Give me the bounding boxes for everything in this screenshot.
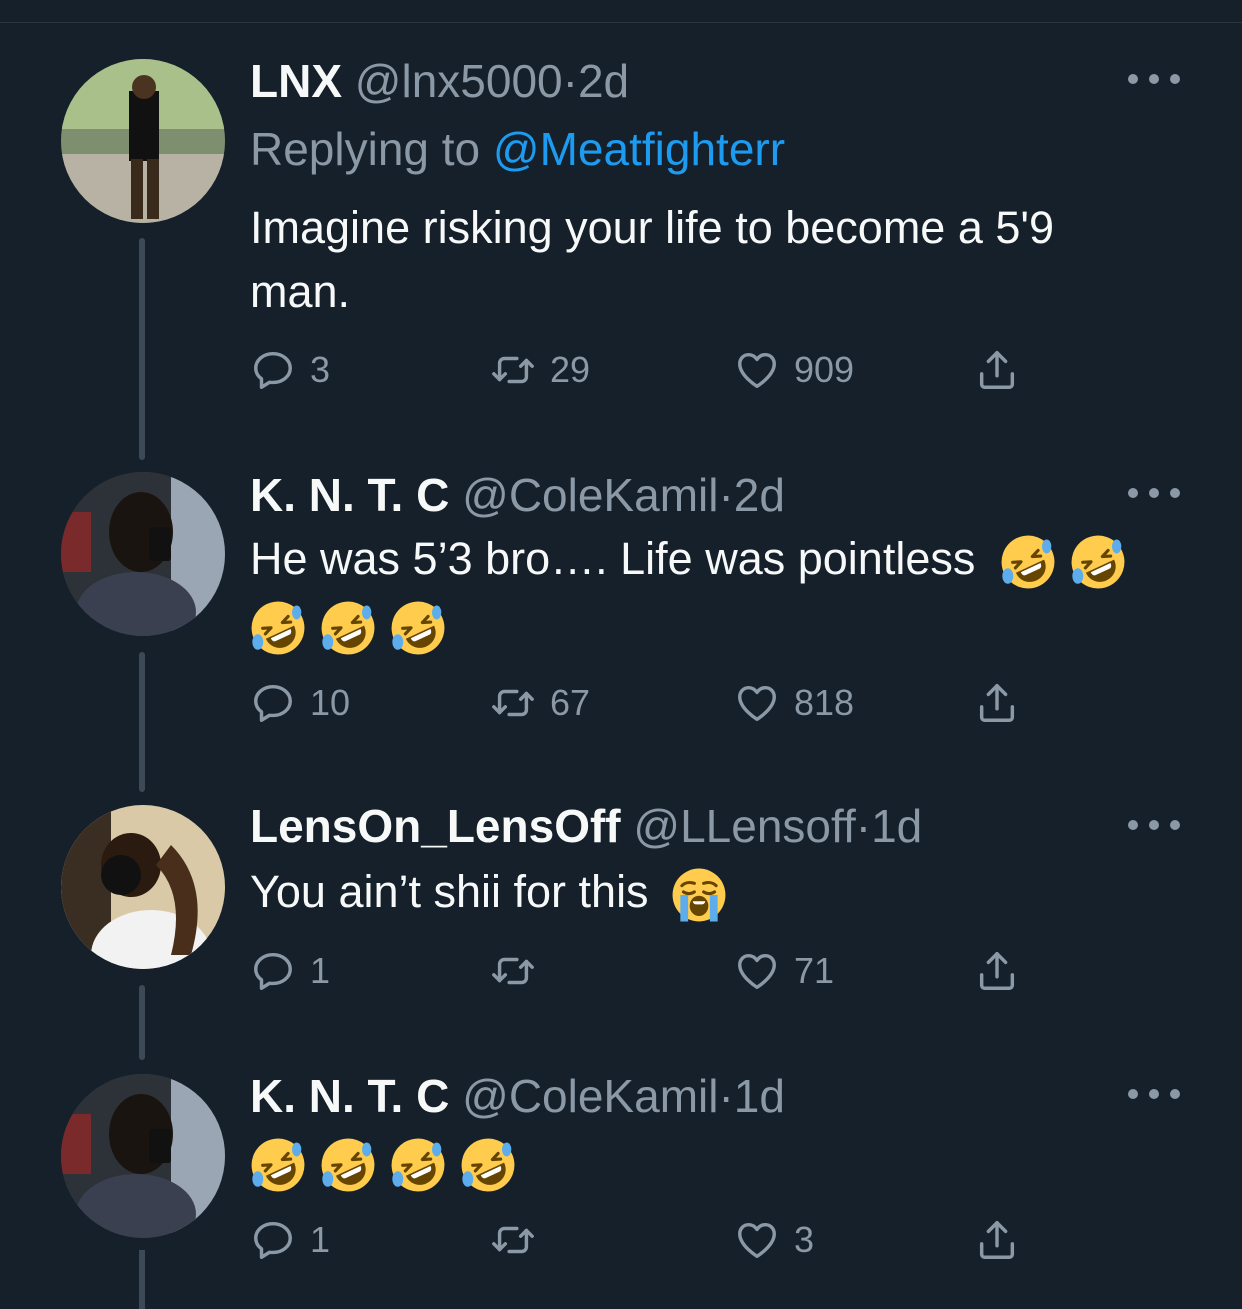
user-handle[interactable]: @LLensoff [633, 800, 855, 852]
display-name[interactable]: LensOn_LensOff [250, 800, 621, 852]
replying-to-label: Replying to [250, 123, 481, 175]
like-button[interactable]: 909 [734, 346, 854, 394]
reply-count: 1 [310, 950, 331, 991]
replying-to: Replying to @Meatfighterr [250, 121, 785, 177]
share-button[interactable] [974, 679, 1020, 727]
loudly-crying-face-emoji [671, 867, 727, 923]
action-bar: 1 3 [250, 1216, 1050, 1264]
rolling-on-floor-laughing-emoji [1000, 534, 1056, 590]
tweet-header: K. N. T. C @ColeKamil·1d [250, 1068, 785, 1124]
retweet-button[interactable]: 67 [490, 679, 590, 727]
rolling-on-floor-laughing-emoji [390, 1137, 446, 1193]
retweet-button[interactable] [490, 947, 550, 995]
action-bar: 3 29 909 [250, 346, 1050, 394]
reply-icon [250, 1217, 296, 1263]
heart-icon [734, 1217, 780, 1263]
tweet-text: Imagine risking your life to become a 5'… [250, 202, 1055, 317]
separator-dot: · [855, 800, 872, 852]
more-icon[interactable] [1128, 481, 1180, 505]
retweet-icon [490, 1217, 536, 1263]
retweet-icon [490, 948, 536, 994]
retweet-button[interactable] [490, 1216, 550, 1264]
tweet-text [250, 1130, 1150, 1194]
reply-count: 10 [310, 682, 351, 723]
heart-icon [734, 680, 780, 726]
timestamp[interactable]: 1d [871, 800, 922, 852]
reply-button[interactable]: 1 [250, 947, 330, 995]
display-name[interactable]: K. N. T. C [250, 1070, 449, 1122]
user-handle[interactable]: @lnx5000 [355, 55, 563, 107]
share-icon [974, 1217, 1020, 1263]
retweet-button[interactable]: 29 [490, 346, 590, 394]
tweet-header: LensOn_LensOff @LLensoff·1d [250, 798, 922, 854]
reply-count: 3 [310, 349, 331, 390]
thread-line [139, 652, 145, 792]
display-name[interactable]: K. N. T. C [250, 469, 449, 521]
tweet-header: LNX @lnx5000·2d [250, 53, 629, 109]
share-icon [974, 680, 1020, 726]
more-icon[interactable] [1128, 67, 1180, 91]
avatar[interactable] [61, 472, 225, 636]
retweet-count: 29 [550, 349, 591, 390]
reply-button[interactable]: 10 [250, 679, 350, 727]
retweet-icon [490, 680, 536, 726]
user-handle[interactable]: @ColeKamil [462, 469, 718, 521]
share-icon [974, 347, 1020, 393]
avatar[interactable] [61, 805, 225, 969]
reply-icon [250, 347, 296, 393]
rolling-on-floor-laughing-emoji [1070, 534, 1126, 590]
share-button[interactable] [974, 346, 1020, 394]
heart-icon [734, 347, 780, 393]
rolling-on-floor-laughing-emoji [460, 1137, 516, 1193]
reply-icon [250, 680, 296, 726]
like-button[interactable]: 818 [734, 679, 854, 727]
timestamp[interactable]: 1d [734, 1070, 785, 1122]
tweet-text-body: You ain’t shii for this [250, 866, 649, 917]
rolling-on-floor-laughing-emoji [320, 1137, 376, 1193]
rolling-on-floor-laughing-emoji [250, 1137, 306, 1193]
avatar[interactable] [61, 59, 225, 223]
user-handle[interactable]: @ColeKamil [462, 1070, 718, 1122]
thread-line [139, 985, 145, 1060]
rolling-on-floor-laughing-emoji [320, 600, 376, 656]
tweet-header: K. N. T. C @ColeKamil·2d [250, 467, 785, 523]
action-bar: 10 67 818 [250, 679, 1050, 727]
reply-button[interactable]: 1 [250, 1216, 330, 1264]
tweet-text: You ain’t shii for this [250, 860, 1150, 924]
reply-count: 1 [310, 1219, 331, 1260]
thread-line [139, 238, 145, 460]
display-name[interactable]: LNX [250, 55, 342, 107]
more-icon[interactable] [1128, 813, 1180, 837]
like-button[interactable]: 71 [734, 947, 834, 995]
separator-dot: · [562, 55, 578, 107]
reply-icon [250, 948, 296, 994]
tweet-text: He was 5’3 bro…. Life was pointless [250, 527, 1190, 656]
timestamp[interactable]: 2d [734, 469, 785, 521]
tweet-text-body: He was 5’3 bro…. Life was pointless [250, 533, 976, 584]
rolling-on-floor-laughing-emoji [250, 600, 306, 656]
share-button[interactable] [974, 1216, 1020, 1264]
separator-dot: · [718, 1070, 734, 1122]
retweet-icon [490, 347, 536, 393]
mention-link[interactable]: @Meatfighterr [493, 123, 785, 175]
separator-dot: · [718, 469, 734, 521]
thread-line [139, 1250, 145, 1309]
timestamp[interactable]: 2d [578, 55, 629, 107]
like-count: 909 [794, 349, 855, 390]
share-button[interactable] [974, 947, 1020, 995]
retweet-count: 67 [550, 682, 591, 723]
top-divider [0, 22, 1242, 23]
more-icon[interactable] [1128, 1082, 1180, 1106]
like-count: 71 [794, 950, 835, 991]
heart-icon [734, 948, 780, 994]
avatar[interactable] [61, 1074, 225, 1238]
like-count: 3 [794, 1219, 815, 1260]
rolling-on-floor-laughing-emoji [390, 600, 446, 656]
reply-button[interactable]: 3 [250, 346, 330, 394]
like-count: 818 [794, 682, 855, 723]
share-icon [974, 948, 1020, 994]
like-button[interactable]: 3 [734, 1216, 814, 1264]
action-bar: 1 71 [250, 947, 1050, 995]
